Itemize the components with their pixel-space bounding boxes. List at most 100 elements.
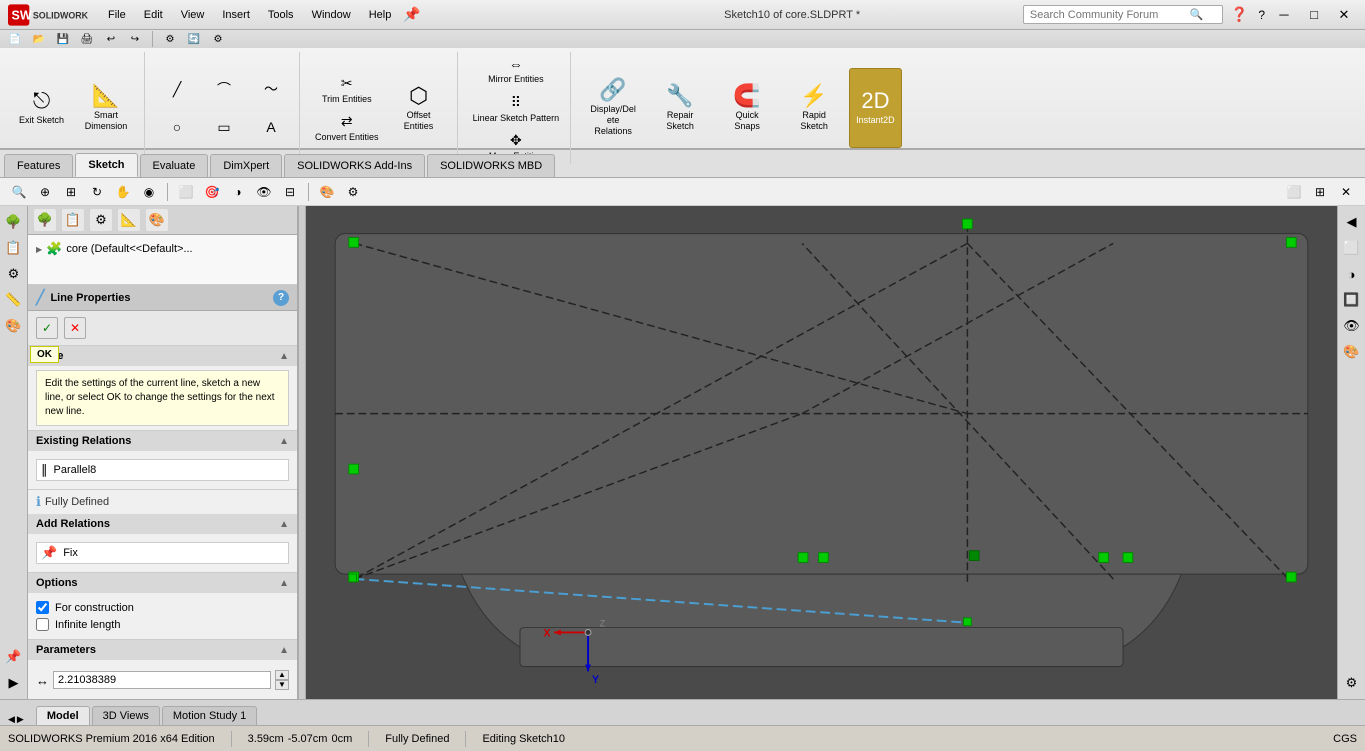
print-icon[interactable]: 🖨 bbox=[76, 30, 98, 48]
property-manager-icon[interactable]: 📋 bbox=[2, 236, 26, 260]
existing-relations-header[interactable]: Existing Relations ▲ bbox=[28, 431, 297, 451]
panel-icon2[interactable]: 📋 bbox=[62, 209, 84, 231]
make-section-header[interactable]: Make ▲ bbox=[28, 346, 297, 366]
existing-relations-collapse[interactable]: ▲ bbox=[279, 436, 289, 447]
close-button[interactable]: ✕ bbox=[1331, 4, 1357, 26]
nav-prev-icon[interactable]: ◀ bbox=[8, 714, 15, 725]
section-view-icon[interactable]: ⊟ bbox=[279, 181, 301, 203]
appearance-icon[interactable]: 🎨 bbox=[2, 314, 26, 338]
tab-features[interactable]: Features bbox=[4, 154, 73, 177]
maximize-button[interactable]: □ bbox=[1301, 4, 1327, 26]
view-options-icon[interactable]: ⚙ bbox=[159, 30, 181, 48]
viewport-layout-icon[interactable]: ⊞ bbox=[1309, 181, 1331, 203]
right-bottom-icon[interactable]: ⚙ bbox=[1340, 671, 1364, 695]
right-view4-icon[interactable]: 👁 bbox=[1340, 314, 1364, 338]
config-manager-icon[interactable]: ⚙ bbox=[2, 262, 26, 286]
open-icon[interactable]: 📂 bbox=[28, 30, 50, 48]
tree-item-core[interactable]: ▶ 🧩 core (Default<<Default>... bbox=[28, 239, 297, 259]
close-viewport-icon[interactable]: ✕ bbox=[1335, 181, 1357, 203]
fix-relation-item[interactable]: 📌 Fix bbox=[36, 542, 289, 564]
maximize-viewport-icon[interactable]: ⬜ bbox=[1283, 181, 1305, 203]
new-icon[interactable]: 📄 bbox=[4, 30, 26, 48]
redo-icon[interactable]: ↪ bbox=[124, 30, 146, 48]
spline-button[interactable]: 〜 bbox=[249, 71, 293, 107]
display-style-icon[interactable]: ◑ bbox=[227, 181, 249, 203]
infinite-length-checkbox[interactable] bbox=[36, 618, 49, 631]
snappy-icon[interactable]: 📌 bbox=[2, 645, 26, 669]
for-construction-checkbox[interactable] bbox=[36, 601, 49, 614]
rectangle-button[interactable]: ▭ bbox=[202, 109, 246, 145]
appearances-icon[interactable]: 🎨 bbox=[316, 181, 338, 203]
tab-3d-views[interactable]: 3D Views bbox=[92, 706, 160, 725]
options-icon[interactable]: ⚙ bbox=[207, 30, 229, 48]
display-settings-icon[interactable]: ⚙ bbox=[342, 181, 364, 203]
expand-icon[interactable]: ▶ bbox=[2, 671, 26, 695]
search-input[interactable] bbox=[1030, 9, 1190, 21]
tab-evaluate[interactable]: Evaluate bbox=[140, 154, 209, 177]
relation-item-parallel[interactable]: ∥ Parallel8 bbox=[36, 459, 289, 481]
convert-entities-button[interactable]: ⇄ Convert Entities bbox=[310, 109, 384, 145]
zoom-to-selection-icon[interactable]: ⊞ bbox=[60, 181, 82, 203]
line-button[interactable]: ╱ bbox=[155, 71, 199, 107]
menu-edit[interactable]: Edit bbox=[136, 6, 171, 24]
options-header[interactable]: Options ▲ bbox=[28, 573, 297, 593]
menu-view[interactable]: View bbox=[173, 6, 213, 24]
viewport[interactable]: X Y Z bbox=[306, 206, 1337, 699]
menu-window[interactable]: Window bbox=[304, 6, 359, 24]
help-icon[interactable]: ? bbox=[273, 290, 289, 306]
tab-sketch[interactable]: Sketch bbox=[75, 153, 137, 177]
param-decrement[interactable]: ▼ bbox=[275, 680, 289, 690]
tab-dimxpert[interactable]: DimXpert bbox=[210, 154, 282, 177]
nav-next-icon[interactable]: ▶ bbox=[17, 714, 24, 725]
feature-manager-icon[interactable]: 🌳 bbox=[2, 210, 26, 234]
rapid-sketch-button[interactable]: ⚡ Rapid Sketch bbox=[782, 68, 846, 148]
circle-button[interactable]: ○ bbox=[155, 109, 199, 145]
param-increment[interactable]: ▲ bbox=[275, 670, 289, 680]
right-expand-icon[interactable]: ◀ bbox=[1340, 210, 1364, 234]
smart-dimension-button[interactable]: 📐 Smart Dimension bbox=[74, 68, 138, 148]
cancel-button[interactable]: ✕ bbox=[64, 317, 86, 339]
instant2d-button[interactable]: 2D Instant2D bbox=[849, 68, 902, 148]
offset-entities-button[interactable]: ⬡ Offset Entities bbox=[387, 68, 451, 148]
right-view2-icon[interactable]: ◑ bbox=[1340, 262, 1364, 286]
resize-handle[interactable] bbox=[298, 206, 306, 699]
search-icon[interactable]: 🔍 bbox=[1190, 8, 1204, 21]
add-relations-header[interactable]: Add Relations ▲ bbox=[28, 514, 297, 534]
zoom-to-fit-icon[interactable]: ⊕ bbox=[34, 181, 56, 203]
quick-snaps-button[interactable]: 🧲 Quick Snaps bbox=[715, 68, 779, 148]
tab-solidworks-addins[interactable]: SOLIDWORKS Add-Ins bbox=[284, 154, 425, 177]
right-view5-icon[interactable]: 🎨 bbox=[1340, 340, 1364, 364]
rotate-view-icon[interactable]: ↻ bbox=[86, 181, 108, 203]
menu-insert[interactable]: Insert bbox=[214, 6, 258, 24]
help-icon[interactable]: ? bbox=[1258, 8, 1265, 22]
panel-icon3[interactable]: ⚙ bbox=[90, 209, 112, 231]
right-view1-icon[interactable]: ⬜ bbox=[1340, 236, 1364, 260]
tab-solidworks-mbd[interactable]: SOLIDWORKS MBD bbox=[427, 154, 555, 177]
view-orient-icon[interactable]: 🎯 bbox=[201, 181, 223, 203]
3d-view-icon[interactable]: ◉ bbox=[138, 181, 160, 203]
pin-icon[interactable]: 📌 bbox=[403, 6, 420, 23]
dim-manager-icon[interactable]: 📏 bbox=[2, 288, 26, 312]
hide-show-icon[interactable]: 👁 bbox=[253, 181, 275, 203]
options-collapse[interactable]: ▲ bbox=[279, 578, 289, 589]
repair-sketch-button[interactable]: 🔧 Repair Sketch bbox=[648, 68, 712, 148]
display-delete-relations-button[interactable]: 🔗 Display/Delete Relations bbox=[581, 68, 645, 148]
linear-sketch-pattern-button[interactable]: ⠿ Linear Sketch Pattern bbox=[468, 90, 565, 126]
menu-help[interactable]: Help bbox=[361, 6, 400, 24]
menu-tools[interactable]: Tools bbox=[260, 6, 302, 24]
exit-sketch-button[interactable]: ⎋ Exit Sketch bbox=[12, 68, 71, 148]
tab-model[interactable]: Model bbox=[36, 706, 90, 725]
panel-icon4[interactable]: 📐 bbox=[118, 209, 140, 231]
text-button[interactable]: A bbox=[249, 109, 293, 145]
standard-views-icon[interactable]: ⬜ bbox=[175, 181, 197, 203]
search-box[interactable]: 🔍 bbox=[1023, 5, 1223, 24]
menu-file[interactable]: File bbox=[100, 6, 134, 24]
rebuild-icon[interactable]: 🔄 bbox=[183, 30, 205, 48]
mirror-entities-button[interactable]: ⇔ Mirror Entities bbox=[468, 52, 565, 88]
make-collapse-icon[interactable]: ▲ bbox=[279, 351, 289, 362]
add-relations-collapse[interactable]: ▲ bbox=[279, 519, 289, 530]
zoom-area-icon[interactable]: 🔍 bbox=[8, 181, 30, 203]
save-icon[interactable]: 💾 bbox=[52, 30, 74, 48]
pan-icon[interactable]: ✋ bbox=[112, 181, 134, 203]
question-icon[interactable]: ❓ bbox=[1231, 6, 1248, 23]
